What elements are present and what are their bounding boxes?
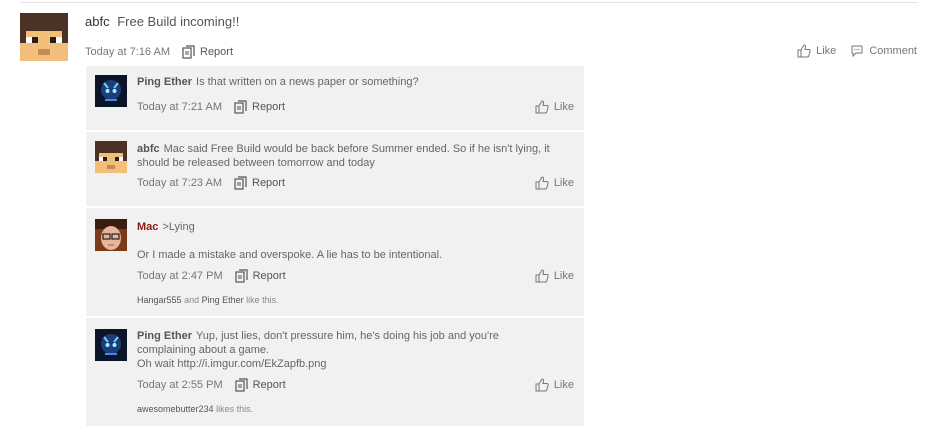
comment-time[interactable]: Today at 7:23 AM <box>137 177 222 189</box>
report-label: Report <box>252 177 286 189</box>
comment-meta: Today at 7:23 AM Report <box>137 176 285 190</box>
comment-line: >Lying <box>162 221 195 233</box>
comment-list: Ping Ether Is that written on a news pape… <box>86 66 584 428</box>
avatar-mac[interactable] <box>95 219 127 251</box>
comment-likes-summary: awesomebutter234 likes this. <box>137 404 253 414</box>
thumbs-up-icon <box>535 176 549 190</box>
comment-line: Oh wait http://i.imgur.com/EkZapfb.png <box>137 358 327 370</box>
report-icon <box>234 176 247 190</box>
comment-icon <box>851 45 863 58</box>
comment-report-button[interactable]: Report <box>234 176 285 190</box>
comment-text: Ping Ether Is that written on a news pape… <box>137 75 574 89</box>
report-label: Report <box>252 379 286 391</box>
comment-likes-summary: Hangar555 and Ping Ether like this. <box>137 295 279 305</box>
avatar-ping-ether[interactable] <box>95 329 127 361</box>
comment-report-button[interactable]: Report <box>235 269 286 283</box>
comment-username[interactable]: Mac <box>137 221 158 233</box>
comment-line: Mac said Free Build would be back before… <box>163 143 550 155</box>
report-label: Report <box>252 270 286 282</box>
avatar-abfc[interactable] <box>20 13 68 61</box>
main-post-actions: Like Comment <box>783 44 917 58</box>
report-label: Report <box>200 46 234 58</box>
main-post-comment-button[interactable]: Comment <box>850 44 917 58</box>
likes-suffix: like this. <box>246 295 279 305</box>
main-post-report-button[interactable]: Report <box>182 45 233 59</box>
main-post-like-button[interactable]: Like <box>797 44 836 58</box>
comment-report-button[interactable]: Report <box>235 378 286 392</box>
liker-name[interactable]: Hangar555 <box>137 295 182 305</box>
comment-meta: Today at 2:47 PM Report <box>137 269 286 283</box>
comment-time[interactable]: Today at 2:47 PM <box>137 270 223 282</box>
liker-name[interactable]: Ping Ether <box>202 295 244 305</box>
main-post-username[interactable]: abfc <box>85 14 110 29</box>
report-icon <box>235 378 248 392</box>
comment-line: Is that written on a news paper or somet… <box>196 76 419 88</box>
comment-line: Or I made a mistake and overspoke. A lie… <box>137 249 443 261</box>
like-label: Like <box>816 45 837 57</box>
main-post-text: Free Build incoming!! <box>117 14 240 29</box>
report-icon <box>182 45 195 59</box>
comment-item: abfc Mac said Free Build would be back be… <box>86 132 584 208</box>
main-post-message: abfc Free Build incoming!! <box>85 14 239 29</box>
comment-text: abfc Mac said Free Build would be back be… <box>137 142 574 170</box>
likes-suffix: likes this. <box>216 404 254 414</box>
comment-username[interactable]: Ping Ether <box>137 76 192 88</box>
comment-label: Comment <box>869 45 917 57</box>
divider <box>20 2 918 3</box>
comment-report-button[interactable]: Report <box>234 100 285 114</box>
like-label: Like <box>553 101 574 113</box>
main-post-meta: Today at 7:16 AM Report <box>85 45 233 59</box>
comment-username[interactable]: Ping Ether <box>137 330 192 342</box>
comment-line: Yup, just lies, don't pressure him, he's… <box>196 330 499 342</box>
report-icon <box>235 269 248 283</box>
comment-like-button[interactable]: Like <box>535 269 574 283</box>
comment-like-button[interactable]: Like <box>535 176 574 190</box>
thumbs-up-icon <box>535 378 549 392</box>
thumbs-up-icon <box>535 100 549 114</box>
comment-line: should be released between tomorrow and … <box>137 157 375 169</box>
comment-like-button[interactable]: Like <box>535 378 574 392</box>
thumbs-up-icon <box>797 44 811 58</box>
report-icon <box>234 100 247 114</box>
report-label: Report <box>252 101 286 113</box>
comment-username[interactable]: abfc <box>137 143 160 155</box>
comment-line: complaining about a game. <box>137 344 270 356</box>
avatar-abfc[interactable] <box>95 141 127 173</box>
like-label: Like <box>553 379 574 391</box>
comment-like-button[interactable]: Like <box>535 100 574 114</box>
comment-item: Mac >Lying Or I made a mistake and oversp… <box>86 208 584 318</box>
comment-meta: Today at 2:55 PM Report <box>137 378 286 392</box>
comment-item: Ping Ether Yup, just lies, don't pressure… <box>86 318 584 428</box>
comment-text: Ping Ether Yup, just lies, don't pressure… <box>137 329 574 371</box>
comment-time[interactable]: Today at 2:55 PM <box>137 379 223 391</box>
like-label: Like <box>553 270 574 282</box>
like-label: Like <box>553 177 574 189</box>
comment-item: Ping Ether Is that written on a news pape… <box>86 66 584 132</box>
liker-name[interactable]: awesomebutter234 <box>137 404 214 414</box>
comment-meta: Today at 7:21 AM Report <box>137 100 285 114</box>
comment-time[interactable]: Today at 7:21 AM <box>137 101 222 113</box>
comment-text: Mac >Lying Or I made a mistake and oversp… <box>137 220 574 262</box>
avatar-ping-ether[interactable] <box>95 75 127 107</box>
main-post-time[interactable]: Today at 7:16 AM <box>85 46 170 58</box>
thumbs-up-icon <box>535 269 549 283</box>
likes-joiner: and <box>184 295 200 305</box>
